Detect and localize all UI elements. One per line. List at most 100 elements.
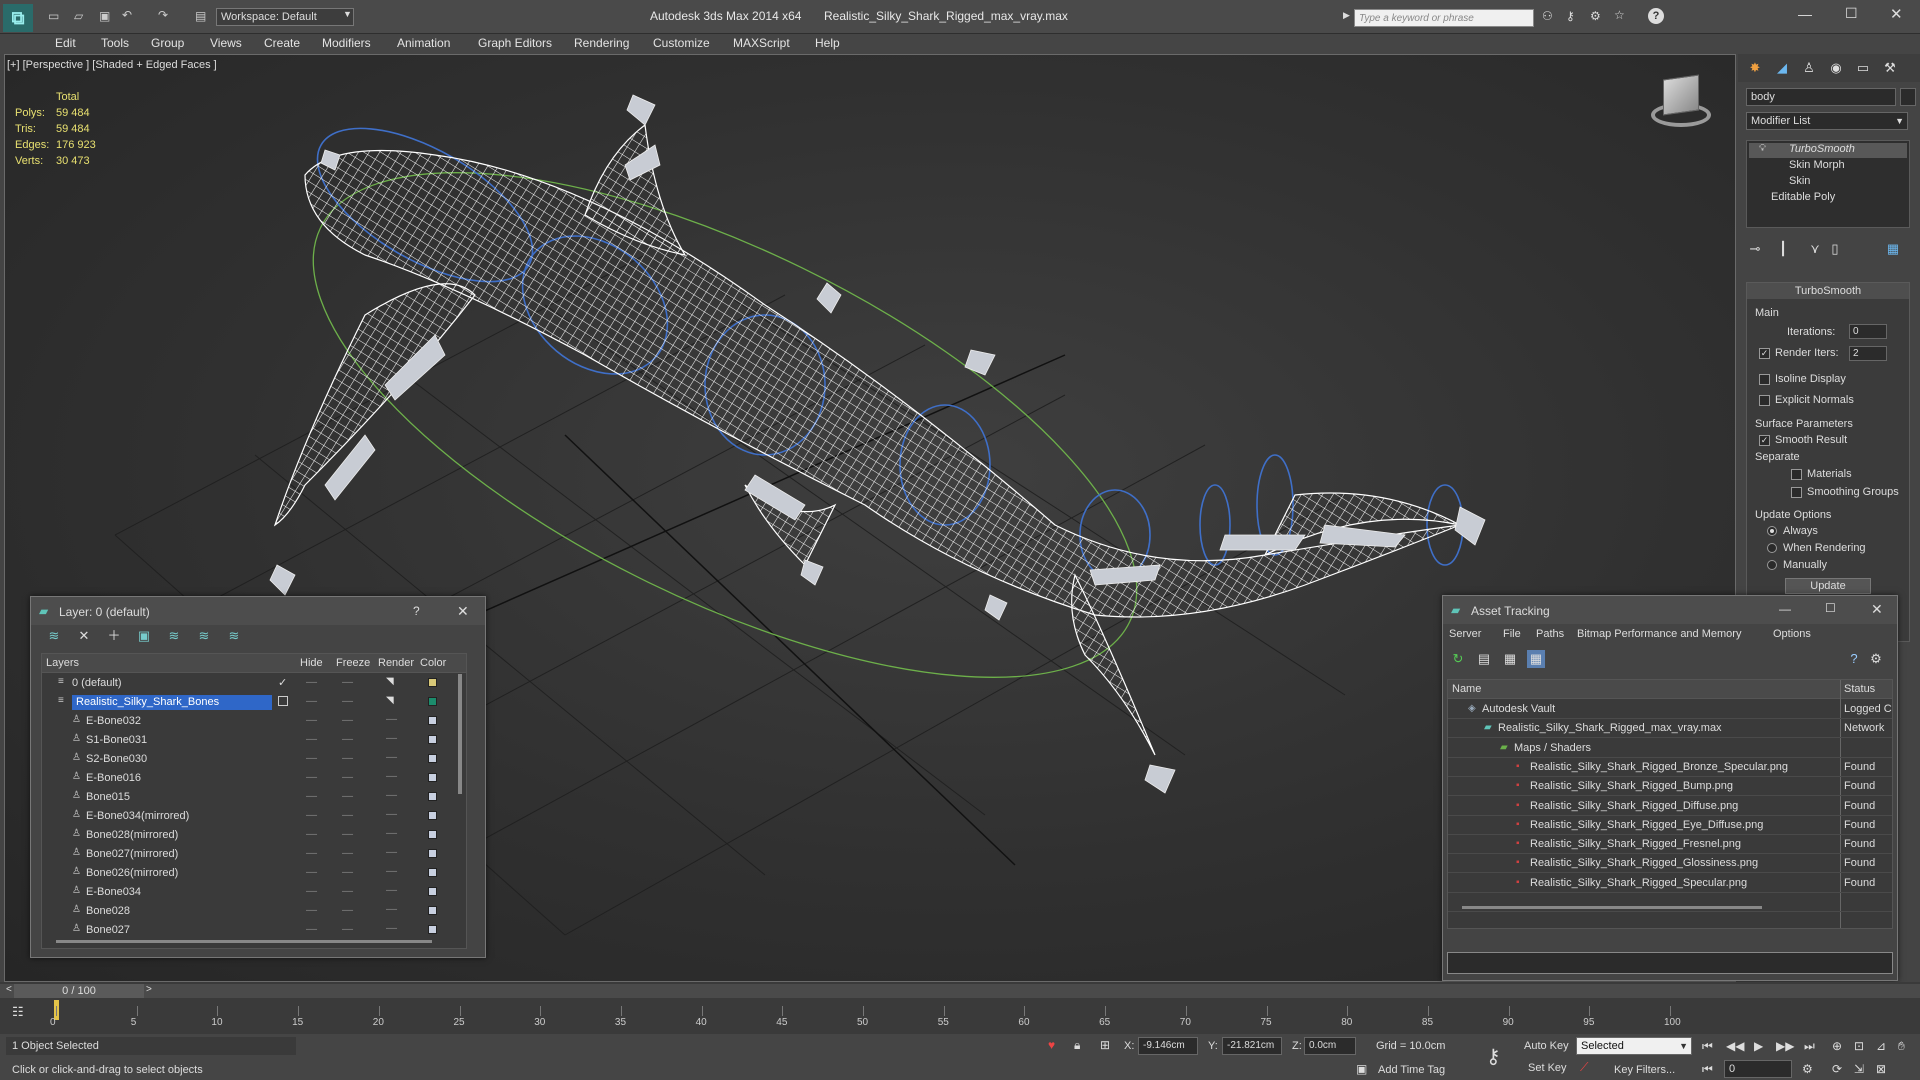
update-button[interactable]: Update	[1785, 578, 1871, 594]
layer-color-swatch[interactable]	[428, 697, 437, 706]
layer-color-swatch[interactable]	[428, 887, 437, 896]
close-icon[interactable]: ✕	[457, 603, 469, 620]
motion-tab-icon[interactable]: ◉	[1827, 59, 1845, 77]
track-bar-toggle-icon[interactable]: ☷	[12, 1004, 24, 1020]
asset-row[interactable]: ▰ Realistic_Silky_Shark_Rigged_max_vray.m…	[1448, 719, 1892, 739]
menu-maxscript[interactable]: MAXScript	[733, 36, 790, 50]
menu-rendering[interactable]: Rendering	[574, 36, 629, 50]
y-coordinate-field[interactable]: -21.821cm	[1222, 1037, 1282, 1055]
hierarchy-tab-icon[interactable]: ♙	[1800, 59, 1818, 77]
layer-color-swatch[interactable]	[428, 735, 437, 744]
set-current-layer-icon[interactable]: ≋	[195, 627, 213, 645]
table-view-icon[interactable]: ▦	[1527, 650, 1545, 668]
layer-name[interactable]: E-Bone034(mirrored)	[86, 810, 189, 822]
layer-color-swatch[interactable]	[428, 906, 437, 915]
connect-icon[interactable]: ⚙	[1590, 9, 1601, 23]
render-toggle-icon[interactable]: ––	[386, 904, 397, 915]
freeze-toggle[interactable]: ––	[342, 886, 353, 897]
help-icon[interactable]: ?	[1845, 650, 1863, 668]
layer-name[interactable]: S2-Bone030	[86, 753, 147, 765]
asset-row[interactable]: ▪ Realistic_Silky_Shark_Rigged_Eye_Diffus…	[1448, 816, 1892, 835]
utilities-tab-icon[interactable]: ⚒	[1881, 59, 1899, 77]
freeze-toggle[interactable]: ––	[342, 848, 353, 859]
hide-toggle[interactable]: ––	[306, 772, 317, 783]
make-unique-icon[interactable]: ⋎	[1806, 240, 1824, 258]
layer-row[interactable]: ♙ S2-Bone030 –– –– ––	[42, 750, 462, 769]
render-toggle-icon[interactable]: ––	[386, 771, 397, 782]
column-header-freeze[interactable]: Freeze	[336, 657, 370, 669]
maximize-viewport-icon[interactable]: ⊠	[1876, 1062, 1886, 1076]
layer-row[interactable]: ♙ E-Bone032 –– –– ––	[42, 712, 462, 731]
layer-window-titlebar[interactable]: ▰ Layer: 0 (default) ? ✕	[31, 597, 485, 625]
column-header-status[interactable]: Status	[1844, 683, 1875, 695]
next-frame-icon[interactable]: >	[146, 984, 152, 995]
column-header-render[interactable]: Render	[378, 657, 414, 669]
render-iters-spinner[interactable]: 2	[1849, 346, 1887, 361]
layer-name[interactable]: Bone028	[86, 905, 130, 917]
layer-name[interactable]: Bone027(mirrored)	[86, 848, 178, 860]
time-configuration-icon[interactable]: ⚙	[1802, 1062, 1813, 1076]
minimize-icon[interactable]: —	[1779, 602, 1791, 616]
freeze-toggle[interactable]: ––	[342, 791, 353, 802]
explicit-normals-checkbox[interactable]: Explicit Normals	[1759, 394, 1854, 406]
render-toggle-icon[interactable]: ––	[386, 828, 397, 839]
freeze-toggle[interactable]: ––	[342, 715, 353, 726]
minimize-icon[interactable]: —	[1798, 6, 1812, 22]
list-view-icon[interactable]: ▤	[1475, 650, 1493, 668]
layer-color-swatch[interactable]	[428, 792, 437, 801]
key-icon[interactable]: ⚷	[1566, 9, 1575, 23]
hide-toggle[interactable]: ––	[306, 829, 317, 840]
layer-name[interactable]: E-Bone032	[86, 715, 141, 727]
set-key-button[interactable]: Set Key	[1528, 1062, 1567, 1074]
modifier-stack[interactable]: TurboSmooth 💡︎ Skin Morph Skin Editable …	[1746, 140, 1910, 228]
render-toggle-icon[interactable]: ––	[386, 752, 397, 763]
materials-checkbox[interactable]: Materials	[1791, 468, 1852, 480]
layer-name[interactable]: E-Bone034	[86, 886, 141, 898]
render-toggle-icon[interactable]: ––	[386, 866, 397, 877]
layer-name[interactable]: E-Bone016	[86, 772, 141, 784]
menu-group[interactable]: Group	[151, 36, 184, 50]
asset-menu-bitmap[interactable]: Bitmap Performance and Memory	[1577, 628, 1741, 640]
thumbnail-view-icon[interactable]: ▦	[1501, 650, 1519, 668]
hide-toggle[interactable]: ––	[306, 696, 317, 707]
render-toggle-icon[interactable]: ––	[386, 733, 397, 744]
binoculars-icon[interactable]: ⚇	[1542, 9, 1553, 23]
selection-lock-icon[interactable]: 🔒︎	[1074, 1038, 1080, 1053]
layer-color-swatch[interactable]	[428, 678, 437, 687]
hide-toggle[interactable]: ––	[306, 886, 317, 897]
favorite-star-icon[interactable]: ☆	[1614, 8, 1625, 22]
layer-name[interactable]: Bone028(mirrored)	[86, 829, 178, 841]
object-color-swatch[interactable]	[1900, 88, 1916, 106]
layer-color-swatch[interactable]	[428, 830, 437, 839]
isoline-checkbox[interactable]: Isoline Display	[1759, 373, 1846, 385]
rollout-title[interactable]: TurboSmooth	[1747, 283, 1909, 299]
go-to-end-icon[interactable]: ⏭	[1804, 1039, 1815, 1054]
hide-toggle[interactable]: ––	[306, 677, 317, 688]
menu-tools[interactable]: Tools	[101, 36, 129, 50]
open-file-icon[interactable]: ▱	[74, 9, 83, 23]
freeze-toggle[interactable]: ––	[342, 772, 353, 783]
hide-toggle[interactable]: ––	[306, 905, 317, 916]
layer-name[interactable]: Bone026(mirrored)	[86, 867, 178, 879]
show-end-result-icon[interactable]: ┃	[1774, 240, 1792, 258]
layer-color-swatch[interactable]	[428, 811, 437, 820]
hide-toggle[interactable]: ––	[306, 753, 317, 764]
orbit-icon[interactable]: ⟳	[1832, 1062, 1842, 1076]
layer-row[interactable]: ≡ 0 (default) ✓ –– –– ◥	[42, 674, 462, 693]
menu-graph-editors[interactable]: Graph Editors	[478, 36, 552, 50]
horizontal-scrollbar[interactable]	[56, 940, 432, 943]
freeze-toggle[interactable]: ––	[342, 810, 353, 821]
time-slider-handle[interactable]: 0 / 100	[14, 984, 144, 998]
close-icon[interactable]: ✕	[1871, 601, 1883, 618]
layer-row[interactable]: ♙ E-Bone016 –– –– ––	[42, 769, 462, 788]
pan-view-icon[interactable]: ✋︎	[1898, 1039, 1905, 1054]
bulb-icon[interactable]: 💡︎	[1759, 143, 1766, 154]
go-to-start-icon[interactable]: ⏮	[1702, 1039, 1713, 1054]
workspace-dropdown[interactable]: Workspace: Default	[216, 8, 354, 26]
key-filters-icon[interactable]: ⟋	[1580, 1060, 1588, 1075]
previous-frame-icon[interactable]: <	[6, 984, 12, 995]
object-name-field[interactable]: body	[1746, 88, 1896, 106]
close-icon[interactable]: ✕	[1890, 5, 1903, 23]
layer-color-swatch[interactable]	[428, 868, 437, 877]
create-tab-icon[interactable]: ✸	[1746, 59, 1764, 77]
